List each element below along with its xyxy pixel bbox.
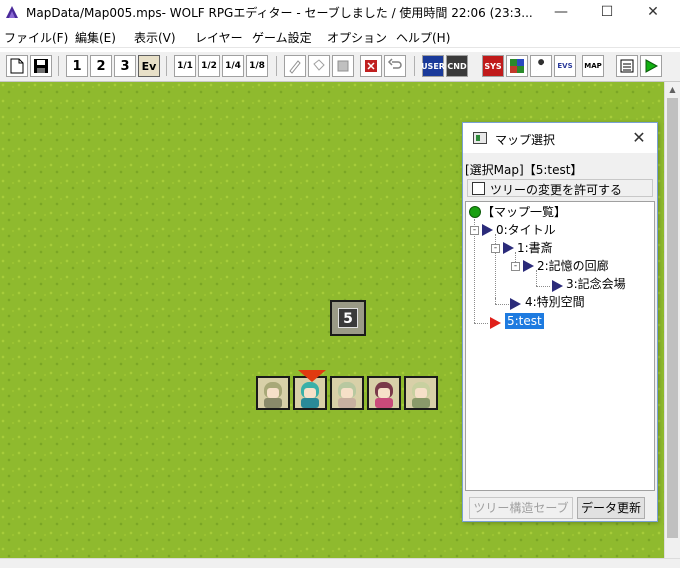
system-database-icon[interactable]: SYS — [482, 55, 504, 77]
undo-icon[interactable] — [384, 55, 406, 77]
data-list-icon[interactable] — [616, 55, 638, 77]
tree-node-hall[interactable]: 3:記念会場 — [566, 276, 626, 292]
window-title: MapData/Map005.mps- WOLF RPGエディター - セーブし… — [26, 6, 533, 20]
close-button[interactable]: ✕ — [630, 0, 676, 24]
selected-map-label: [選択Map]【5:test】 — [465, 163, 583, 177]
save-tree-structure-button[interactable]: ツリー構造セーブ — [469, 497, 573, 519]
rectangle-icon[interactable] — [332, 55, 354, 77]
collapse-toggle-icon[interactable]: - — [491, 244, 500, 253]
map-node-icon — [523, 260, 534, 272]
event-number-label: 5 — [338, 308, 358, 328]
layer-3-button[interactable]: 3 — [114, 55, 136, 77]
collapse-toggle-icon[interactable]: - — [470, 226, 479, 235]
toolbar: 1 2 3 Ev 1/1 1/2 1/4 1/8 USER CND SYS EV… — [0, 52, 680, 82]
window-icon — [473, 132, 487, 144]
character-event[interactable] — [330, 376, 364, 410]
map-select-titlebar[interactable]: マップ選択 ✕ — [463, 123, 657, 153]
tree-node-corridor[interactable]: 2:記憶の回廊 — [537, 258, 609, 274]
variable-database-icon[interactable]: CND — [446, 55, 468, 77]
tree-node-title[interactable]: 0:タイトル — [496, 222, 556, 238]
wrench-icon[interactable] — [530, 55, 552, 77]
eraser-icon[interactable] — [360, 55, 382, 77]
maximize-button[interactable]: ☐ — [584, 0, 630, 24]
tileset-icon[interactable] — [506, 55, 528, 77]
map-select-title: マップ選択 — [495, 133, 556, 147]
map-select-close-icon[interactable]: ✕ — [627, 127, 651, 149]
menu-help[interactable]: ヘルプ(H) — [396, 29, 450, 46]
vertical-scrollbar[interactable]: ▲ — [664, 82, 680, 558]
map-node-icon — [503, 242, 514, 254]
event-mode-button[interactable]: Ev — [138, 55, 160, 77]
collapse-toggle-icon[interactable]: - — [511, 262, 520, 271]
menu-bar: ファイル(F) 編集(E) 表示(V) レイヤー ゲーム設定 オプション ヘルプ… — [0, 26, 680, 48]
horizontal-scrollbar[interactable] — [0, 558, 680, 568]
layer-1-button[interactable]: 1 — [66, 55, 88, 77]
title-bar: MapData/Map005.mps- WOLF RPGエディター - セーブし… — [0, 0, 680, 26]
update-data-button[interactable]: データ更新 — [577, 497, 645, 519]
vertical-scroll-thumb[interactable] — [667, 98, 678, 538]
map-list-root-icon — [469, 206, 481, 218]
character-event[interactable] — [404, 376, 438, 410]
pencil-icon[interactable] — [284, 55, 306, 77]
character-event[interactable] — [256, 376, 290, 410]
menu-options[interactable]: オプション — [327, 29, 387, 46]
map-node-icon — [552, 280, 563, 292]
scroll-up-arrow-icon[interactable]: ▲ — [665, 82, 680, 98]
test-play-icon[interactable] — [640, 55, 662, 77]
layer-2-button[interactable]: 2 — [90, 55, 112, 77]
menu-view[interactable]: 表示(V) — [134, 29, 176, 46]
map-node-icon — [482, 224, 493, 236]
allow-tree-change-checkbox-row[interactable]: ツリーの変更を許可する — [467, 179, 653, 197]
map-settings-icon[interactable]: MAP — [582, 55, 604, 77]
zoom-1-8-button[interactable]: 1/8 — [246, 55, 268, 77]
tree-node-special-space[interactable]: 4:特別空間 — [525, 294, 585, 310]
fill-icon[interactable] — [308, 55, 330, 77]
zoom-1-4-button[interactable]: 1/4 — [222, 55, 244, 77]
save-icon[interactable] — [30, 55, 52, 77]
menu-edit[interactable]: 編集(E) — [75, 29, 116, 46]
allow-tree-change-checkbox[interactable] — [472, 182, 485, 195]
selected-map-node-icon — [490, 317, 501, 329]
menu-layer[interactable]: レイヤー — [195, 29, 243, 46]
start-position-marker-icon — [298, 370, 326, 382]
user-database-icon[interactable]: USER — [421, 55, 445, 77]
map-select-window: マップ選択 ✕ [選択Map]【5:test】 ツリーの変更を許可する 【マップ… — [462, 122, 658, 522]
common-events-icon[interactable]: EVS — [554, 55, 576, 77]
menu-file[interactable]: ファイル(F) — [4, 29, 68, 46]
tree-node-study[interactable]: 1:書斎 — [517, 240, 553, 256]
minimize-button[interactable]: — — [538, 0, 584, 24]
zoom-1-1-button[interactable]: 1/1 — [174, 55, 196, 77]
tree-root-label[interactable]: 【マップ一覧】 — [482, 204, 566, 220]
tree-node-test[interactable]: 5:test — [505, 313, 544, 329]
wolf-app-icon — [6, 6, 18, 18]
numbered-event[interactable]: 5 — [330, 300, 366, 336]
character-event[interactable] — [367, 376, 401, 410]
map-node-icon — [510, 298, 521, 310]
menu-game-settings[interactable]: ゲーム設定 — [252, 29, 312, 46]
zoom-1-2-button[interactable]: 1/2 — [198, 55, 220, 77]
new-file-icon[interactable] — [6, 55, 28, 77]
allow-tree-change-label: ツリーの変更を許可する — [490, 183, 623, 197]
map-tree[interactable]: 【マップ一覧】 - 0:タイトル - 1:書斎 - 2:記憶の回廊 3:記念会場… — [465, 201, 655, 491]
